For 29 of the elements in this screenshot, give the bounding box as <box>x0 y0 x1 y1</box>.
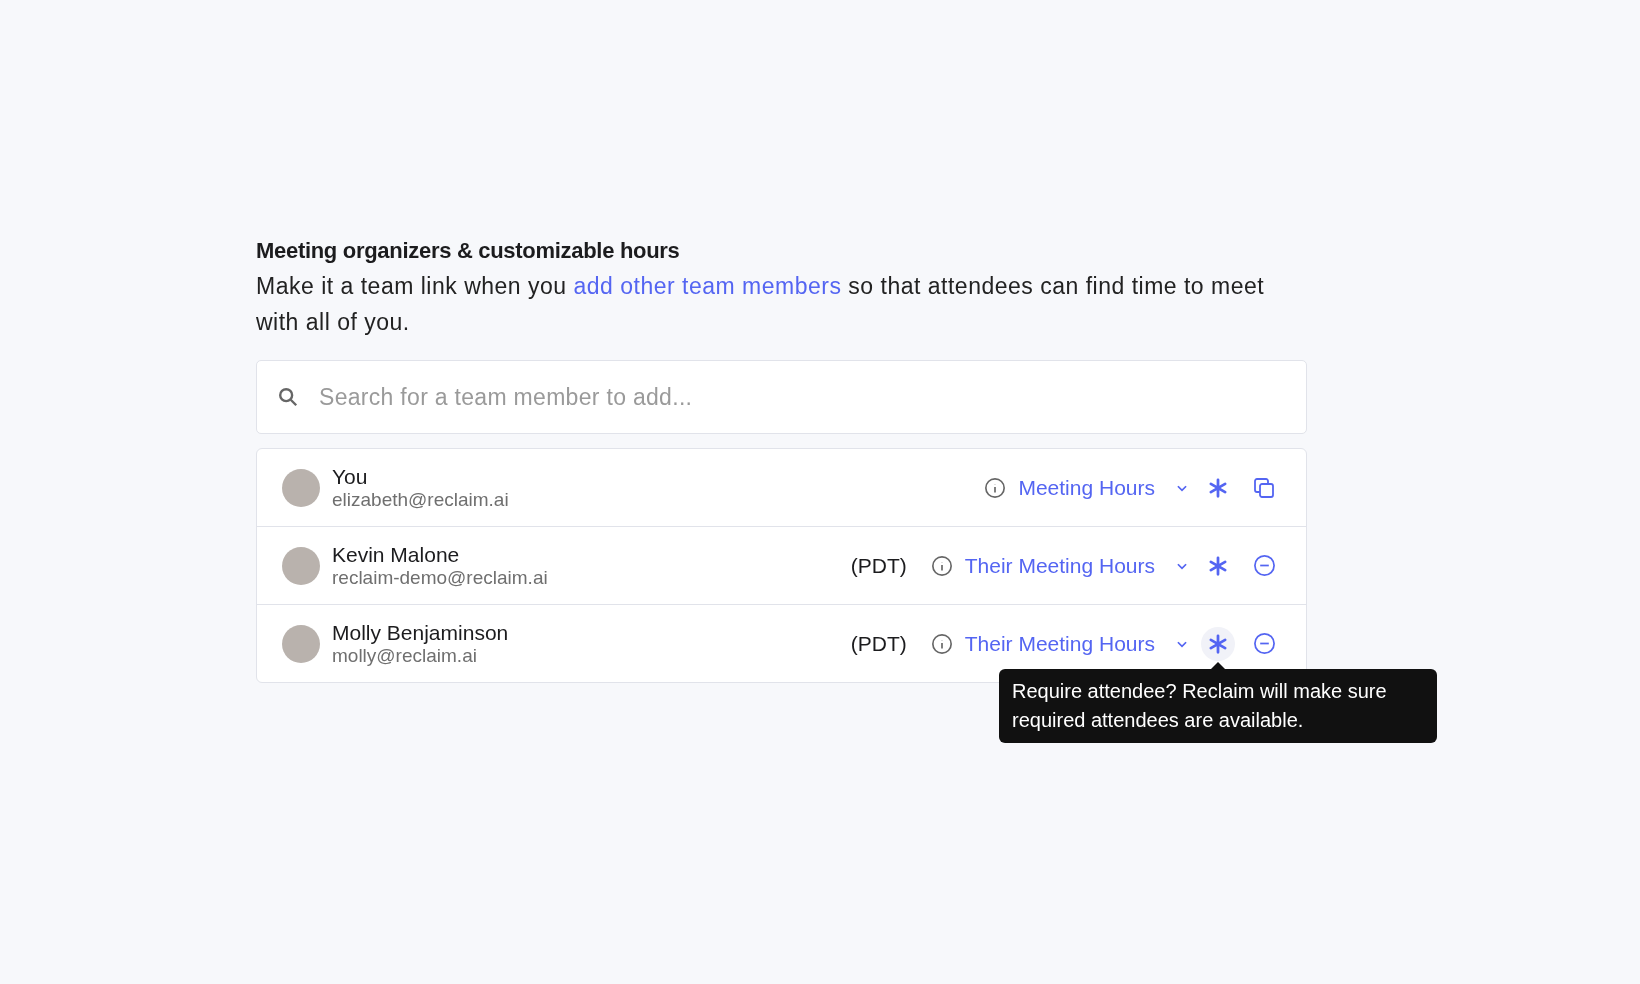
member-email: reclaim-demo@reclaim.ai <box>332 566 549 589</box>
search-icon <box>277 386 299 408</box>
info-icon <box>984 476 1007 499</box>
section-title: Meeting organizers & customizable hours <box>256 238 681 264</box>
timezone-label: (PDT) <box>850 631 907 656</box>
copy-icon <box>1252 475 1276 500</box>
add-members-link[interactable]: add other team members <box>573 273 842 299</box>
remove-icon <box>1252 632 1276 655</box>
info-icon <box>930 554 953 577</box>
tooltip: Require attendee? Reclaim will make sure required attendees are available. <box>999 668 1437 743</box>
avatar <box>282 546 320 585</box>
asterisk-icon <box>1207 476 1229 499</box>
description-text: Make it a team link when you add other team members so that attendees can find time to meet with all of you. <box>256 272 1266 337</box>
info-icon <box>930 632 953 655</box>
hours-dropdown[interactable]: Their Meeting Hours <box>964 631 1189 656</box>
timezone-label: (PDT) <box>850 553 907 578</box>
remove-icon <box>1252 554 1276 577</box>
asterisk-icon <box>1207 554 1229 577</box>
member-email: elizabeth@reclaim.ai <box>332 488 510 511</box>
member-name: Molly Benjaminson <box>332 620 510 645</box>
avatar <box>282 468 320 507</box>
hours-dropdown[interactable]: Meeting Hours <box>1018 475 1189 500</box>
hours-dropdown[interactable]: Their Meeting Hours <box>964 553 1189 578</box>
avatar <box>282 624 320 663</box>
member-name: Kevin Malone <box>332 542 461 567</box>
search-field[interactable]: Search for a team member to add... <box>256 360 1307 434</box>
member-name: You <box>332 464 369 489</box>
member-email: molly@reclaim.ai <box>332 644 478 667</box>
asterisk-icon <box>1207 632 1229 655</box>
